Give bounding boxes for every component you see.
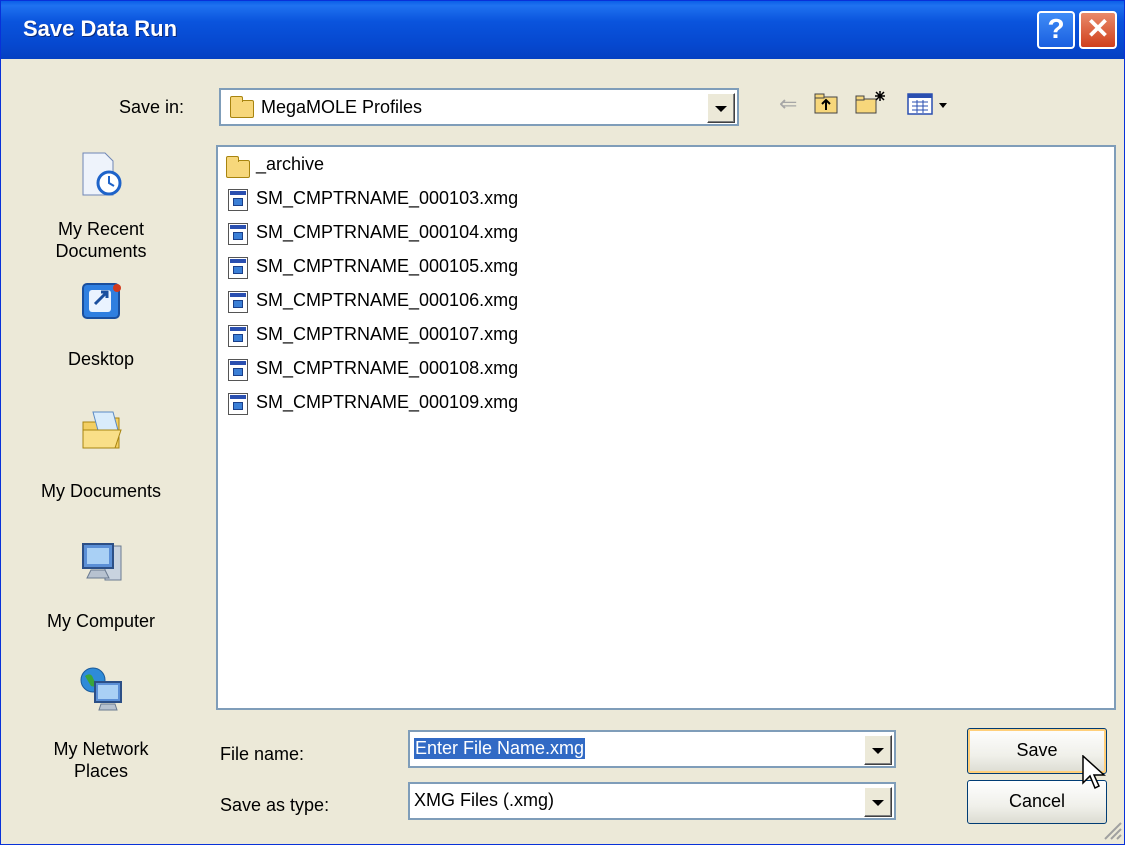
desktop-icon bbox=[82, 283, 121, 319]
save-as-type-dropdown[interactable]: XMG Files (.xmg) bbox=[408, 782, 896, 820]
view-menu-icon[interactable] bbox=[906, 91, 954, 117]
back-arrow-icon[interactable]: ⇐ bbox=[779, 91, 797, 117]
save-dialog: Save Data Run ? ✕ Save in: MegaMOLE Prof… bbox=[0, 0, 1125, 845]
save-as-type-dropdown-button[interactable] bbox=[864, 787, 892, 817]
up-folder-icon[interactable] bbox=[813, 91, 841, 117]
save-as-type-value: XMG Files (.xmg) bbox=[414, 790, 555, 810]
network-places-icon bbox=[80, 667, 122, 711]
save-in-dropdown-button[interactable] bbox=[707, 93, 735, 123]
help-button[interactable]: ? bbox=[1037, 11, 1075, 49]
cancel-button-label: Cancel bbox=[1008, 791, 1066, 811]
resize-grip-icon[interactable] bbox=[1099, 817, 1123, 841]
save-in-value: MegaMOLE Profiles bbox=[261, 97, 423, 117]
xmg-file-icon bbox=[228, 325, 248, 347]
place-label: My Network Places bbox=[53, 739, 149, 781]
title-bar[interactable]: Save Data Run ? ✕ bbox=[1, 1, 1124, 59]
file-name: SM_CMPTRNAME_000105.xmg bbox=[256, 256, 519, 276]
mouse-cursor-icon bbox=[1082, 755, 1106, 790]
xmg-file-icon bbox=[228, 291, 248, 313]
file-name: SM_CMPTRNAME_000108.xmg bbox=[256, 358, 519, 378]
xmg-file-icon bbox=[228, 393, 248, 415]
new-folder-icon[interactable] bbox=[854, 89, 888, 117]
file-name-label: File name: bbox=[220, 744, 305, 764]
file-name: SM_CMPTRNAME_000103.xmg bbox=[256, 188, 519, 208]
my-computer-icon bbox=[82, 543, 122, 581]
xmg-file-icon bbox=[228, 223, 248, 245]
file-name: SM_CMPTRNAME_000104.xmg bbox=[256, 222, 519, 242]
file-name: _archive bbox=[256, 154, 325, 174]
file-name: SM_CMPTRNAME_000109.xmg bbox=[256, 392, 519, 412]
my-documents-icon bbox=[82, 411, 122, 449]
save-in-label: Save in: bbox=[119, 97, 185, 117]
place-label: My Computer bbox=[46, 611, 156, 631]
save-button-label: Save bbox=[1016, 740, 1058, 760]
window-title: Save Data Run bbox=[23, 16, 178, 41]
xmg-file-icon bbox=[228, 257, 248, 279]
xmg-file-icon bbox=[228, 189, 248, 211]
place-label: Desktop bbox=[67, 349, 135, 369]
file-name-dropdown-button[interactable] bbox=[864, 735, 892, 765]
save-in-dropdown[interactable]: MegaMOLE Profiles bbox=[219, 88, 739, 126]
close-button[interactable]: ✕ bbox=[1079, 11, 1117, 49]
save-as-type-label: Save as type: bbox=[220, 795, 330, 815]
places-bar: My Recent Documents Desktop My Documents bbox=[1, 146, 201, 836]
file-name: SM_CMPTRNAME_000107.xmg bbox=[256, 324, 519, 344]
folder-icon bbox=[226, 156, 250, 178]
recent-documents-icon bbox=[82, 152, 122, 196]
xmg-file-icon bbox=[228, 359, 248, 381]
folder-icon bbox=[230, 96, 254, 118]
file-name-input[interactable]: Enter File Name.xmg bbox=[414, 738, 586, 759]
file-list[interactable]: _archive SM_CMPTRNAME_000103.xmg SM_CMPT… bbox=[216, 145, 1116, 710]
place-label: My Recent Documents bbox=[55, 219, 147, 261]
file-name: SM_CMPTRNAME_000106.xmg bbox=[256, 290, 519, 310]
file-name-combo[interactable]: Enter File Name.xmg bbox=[408, 730, 896, 768]
place-label: My Documents bbox=[40, 481, 162, 501]
